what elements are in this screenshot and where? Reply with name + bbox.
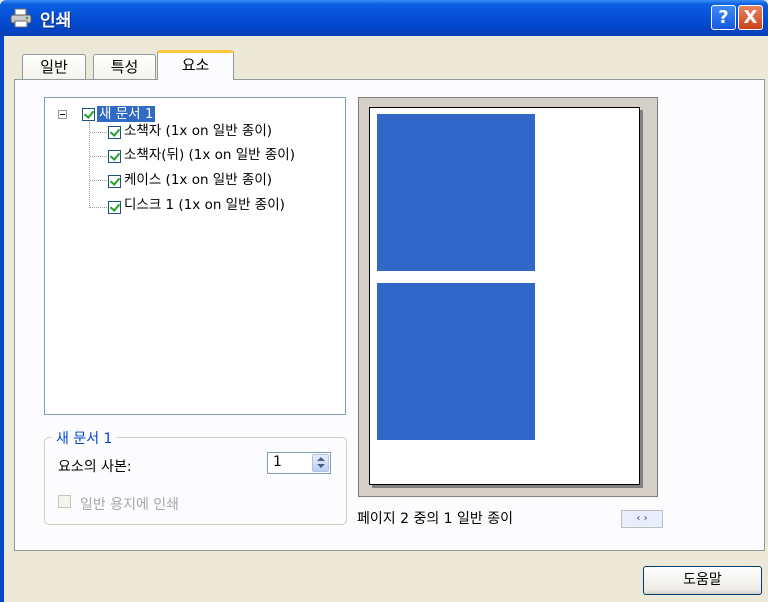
plain-paper-checkbox[interactable]: [58, 495, 71, 508]
help-title-button[interactable]: ?: [711, 5, 736, 30]
child-checkbox[interactable]: [108, 150, 121, 163]
close-button[interactable]: X: [738, 5, 763, 30]
tab-properties[interactable]: 특성: [93, 54, 156, 79]
tree-item-booklet[interactable]: 소책자 (1x on 일반 종이): [124, 122, 272, 140]
tree-line: [90, 207, 107, 208]
window-title: 인쇄: [40, 11, 72, 31]
child-checkbox[interactable]: [108, 201, 121, 214]
copies-label: 요소의 사본:: [58, 459, 132, 475]
plain-paper-label: 일반 용지에 인쇄: [80, 497, 180, 513]
element-block: [377, 283, 535, 440]
tree-line: [90, 180, 107, 181]
child-checkbox[interactable]: [108, 175, 121, 188]
printer-icon: [10, 8, 32, 28]
tree-root-label: 새 문서 1: [97, 106, 156, 122]
window-frame: [0, 36, 4, 602]
group-title: 새 문서 1: [52, 428, 117, 448]
help-button[interactable]: 도움말: [643, 566, 762, 595]
tab-general[interactable]: 일반: [22, 54, 86, 79]
tree-root-item[interactable]: 새 문서 1: [97, 105, 156, 123]
tree-item-disc[interactable]: 디스크 1 (1x on 일반 종이): [124, 196, 285, 214]
tab-elements[interactable]: 요소: [157, 50, 234, 80]
spin-arrows-icon[interactable]: [312, 454, 329, 472]
collapse-icon[interactable]: [58, 110, 67, 119]
tree-line: [90, 132, 107, 133]
page-nav-icon[interactable]: ‹ ›: [621, 510, 663, 528]
arrow-down-icon[interactable]: [317, 464, 325, 468]
title-bar[interactable]: 인쇄 ? X: [0, 0, 768, 36]
copies-spinner[interactable]: 1: [267, 452, 331, 474]
child-checkbox[interactable]: [108, 126, 121, 139]
tree-line: [90, 156, 107, 157]
tree-item-booklet-back[interactable]: 소책자(뒤) (1x on 일반 종이): [124, 146, 295, 164]
element-block: [377, 114, 535, 271]
tree-item-case[interactable]: 케이스 (1x on 일반 종이): [124, 171, 272, 189]
tree-line: [89, 122, 90, 208]
page-status: 페이지 2 중의 1 일반 종이: [357, 511, 513, 527]
arrow-up-icon[interactable]: [317, 457, 325, 461]
root-checkbox[interactable]: [82, 108, 95, 121]
copies-value: 1: [273, 454, 282, 470]
